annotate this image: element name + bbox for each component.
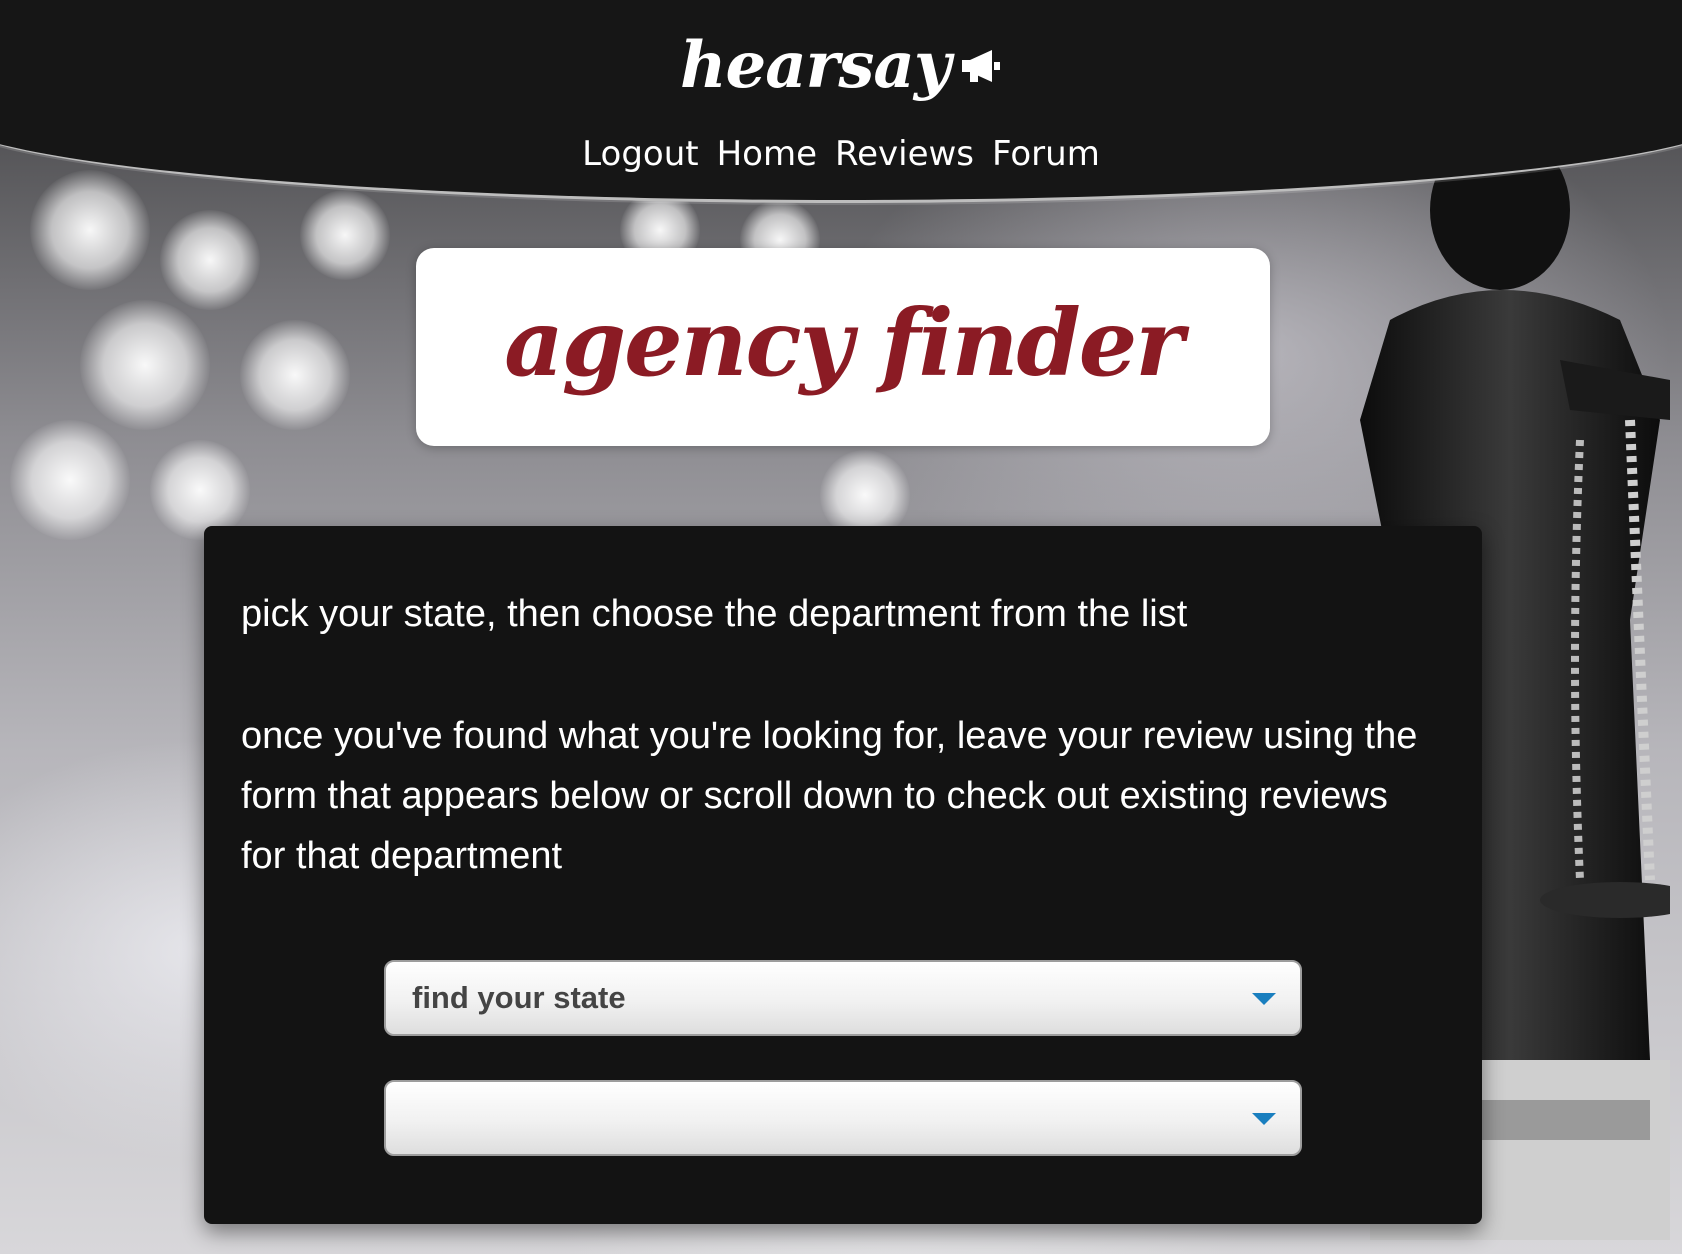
chevron-down-icon [1252, 993, 1276, 1005]
nav-forum[interactable]: Forum [992, 134, 1100, 174]
bokeh-light [160, 210, 260, 310]
bokeh-light [150, 440, 250, 540]
bokeh-light [300, 190, 390, 280]
nav-reviews[interactable]: Reviews [835, 134, 974, 174]
main-nav: Logout Home Reviews Forum [0, 134, 1682, 174]
instructions-text: once you've found what you're looking fo… [241, 715, 1418, 877]
bokeh-light [240, 320, 350, 430]
bokeh-light [10, 420, 130, 540]
agency-finder-panel: pick your state, then choose the departm… [204, 526, 1482, 1224]
bokeh-light [80, 300, 210, 430]
nav-logout[interactable]: Logout [582, 134, 698, 174]
bokeh-light [30, 170, 150, 290]
title-card: agency finder [416, 248, 1270, 446]
intro-text: pick your state, then choose the departm… [241, 593, 1188, 635]
site-logo[interactable]: hearsay [0, 28, 1682, 103]
megaphone-icon [958, 27, 1002, 102]
state-select-value: find your state [412, 980, 626, 1015]
page-title: agency finder [504, 289, 1184, 397]
nav-home[interactable]: Home [717, 134, 817, 174]
department-select[interactable] [384, 1080, 1302, 1156]
state-select[interactable]: find your state [384, 960, 1302, 1036]
chevron-down-icon [1252, 1113, 1276, 1125]
brand-name: hearsay [679, 28, 951, 103]
